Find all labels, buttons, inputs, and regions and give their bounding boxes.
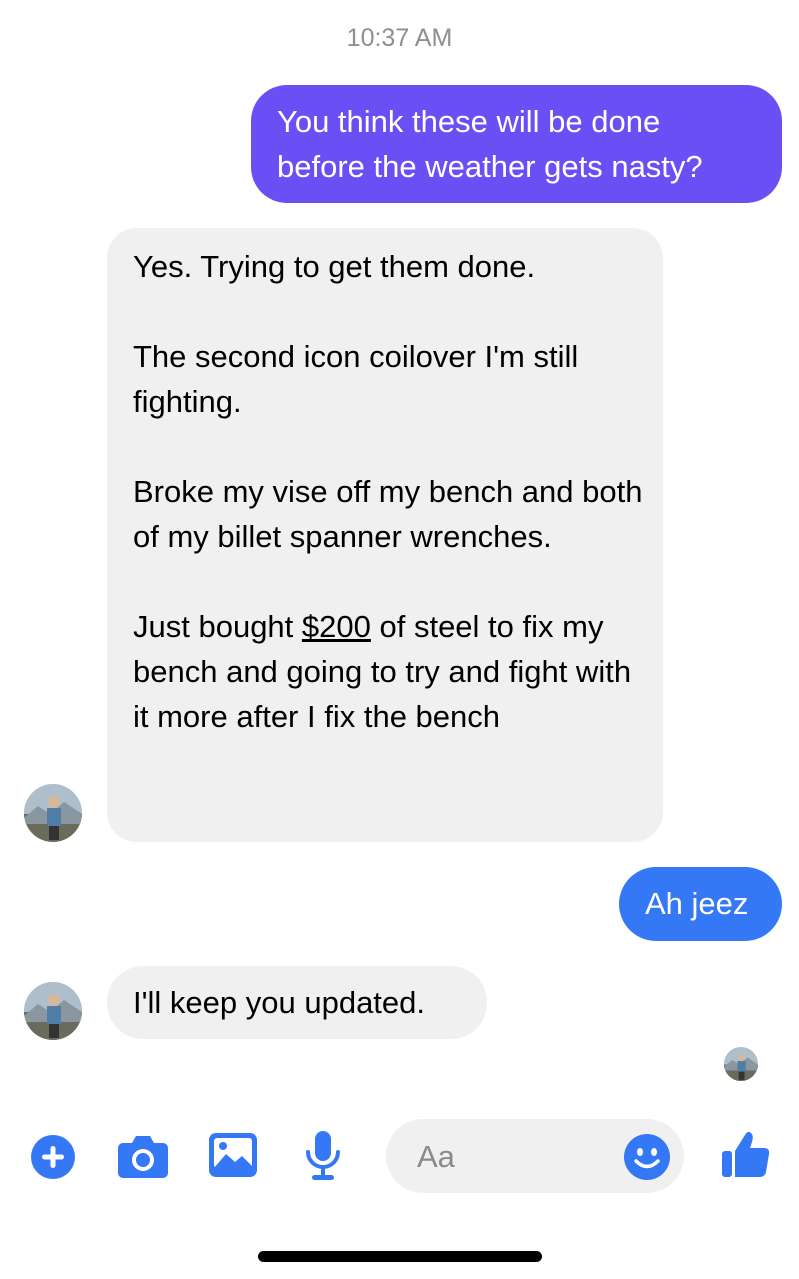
- thumbs-up-icon[interactable]: [721, 1129, 771, 1179]
- incoming-message-bubble[interactable]: Yes. Trying to get them done. The second…: [107, 228, 663, 842]
- message-paragraph: The second icon coilover I'm still fight…: [133, 339, 579, 419]
- contact-avatar[interactable]: [24, 982, 82, 1040]
- message-paragraph: Broke my vise off my bench and both of m…: [133, 474, 643, 554]
- emoji-icon[interactable]: [624, 1134, 670, 1180]
- message-input-placeholder: Aa: [417, 1139, 455, 1174]
- message-line: You think these will be done: [277, 104, 661, 139]
- outgoing-message-bubble[interactable]: Ah jeez: [619, 867, 782, 941]
- camera-icon[interactable]: [117, 1133, 169, 1179]
- message-paragraph: Yes. Trying to get them done.: [133, 249, 536, 284]
- message-timestamp: 10:37 AM: [346, 24, 453, 52]
- plus-icon[interactable]: [31, 1135, 75, 1179]
- microphone-icon[interactable]: [303, 1130, 343, 1182]
- price-link[interactable]: $200: [302, 609, 371, 644]
- home-indicator[interactable]: [258, 1251, 542, 1262]
- incoming-message-bubble[interactable]: I'll keep you updated.: [107, 966, 487, 1039]
- seen-receipt-avatar: [724, 1047, 758, 1081]
- message-text: Just bought: [133, 609, 302, 644]
- contact-avatar[interactable]: [24, 784, 82, 842]
- image-icon[interactable]: [208, 1132, 258, 1178]
- message-line: before the weather gets nasty?: [277, 149, 703, 184]
- message-paragraph: Just bought $200 of steel to fix my benc…: [133, 604, 633, 739]
- outgoing-message-bubble[interactable]: You think these will be done before the …: [251, 85, 782, 203]
